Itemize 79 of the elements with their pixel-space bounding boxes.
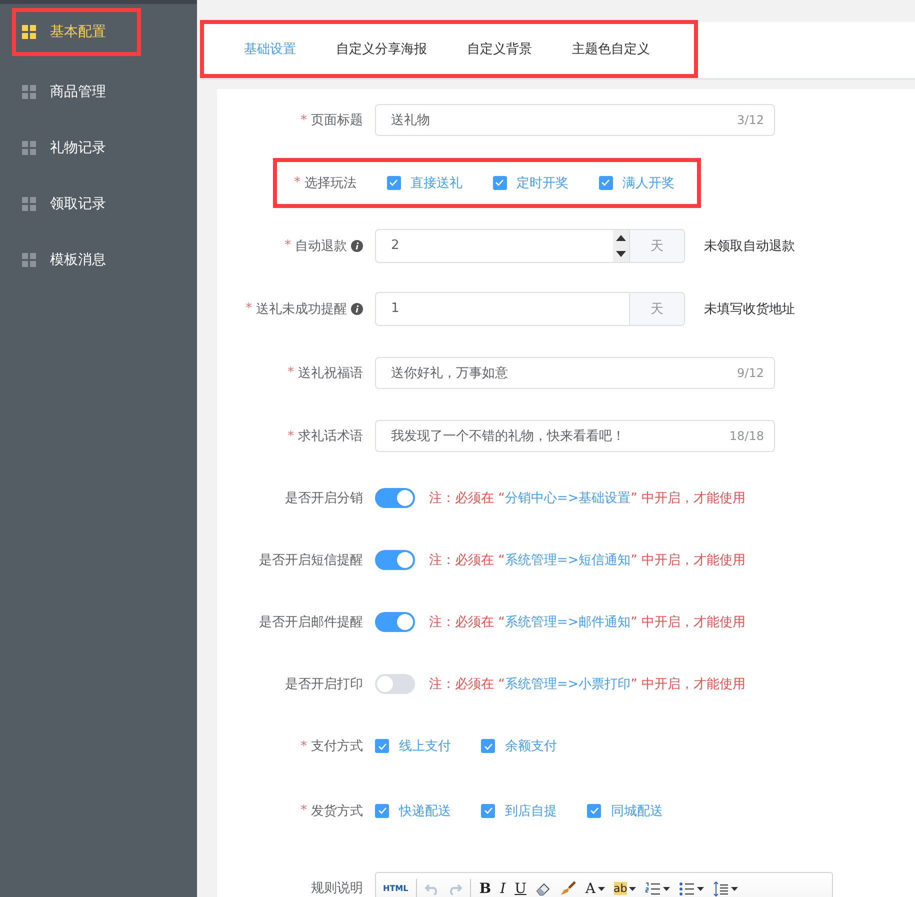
- redo-icon: [448, 882, 462, 894]
- required-mark: *: [284, 238, 291, 253]
- check-icon: [378, 807, 386, 814]
- field-label: 求礼话术语: [298, 428, 363, 445]
- field-label: 是否开启邮件提醒: [259, 614, 363, 631]
- field-label: 选择玩法: [304, 174, 356, 192]
- number-field[interactable]: 2 天: [375, 228, 685, 262]
- required-mark: *: [300, 112, 307, 128]
- field-label: 发货方式: [311, 802, 363, 820]
- sidebar-item[interactable]: 领取记录: [0, 176, 197, 232]
- bold-button[interactable]: B: [476, 878, 494, 897]
- toggle-switch[interactable]: [375, 550, 415, 570]
- caret-icon: [663, 886, 670, 890]
- check-icon: [484, 742, 492, 750]
- required-mark: *: [294, 175, 300, 190]
- field-label: 页面标题: [311, 112, 363, 129]
- sidebar-item[interactable]: 基本配置: [12, 8, 141, 56]
- grid-icon: [22, 25, 36, 39]
- char-counter: 18/18: [729, 429, 764, 443]
- check-icon: [590, 807, 598, 814]
- required-mark: *: [300, 738, 307, 754]
- italic-button[interactable]: I: [497, 878, 509, 897]
- field-label: 支付方式: [311, 738, 363, 755]
- caret-icon: [697, 886, 704, 890]
- field-hint: 未填写收货地址: [704, 300, 795, 318]
- tab[interactable]: 自定义背景: [447, 40, 552, 58]
- number-field[interactable]: 1 天: [375, 292, 685, 326]
- sidebar-item[interactable]: 商品管理: [0, 64, 197, 120]
- bullet-list-icon: [679, 882, 696, 896]
- eraser-icon: [535, 882, 552, 896]
- field-hint: 未领取自动退款: [704, 238, 795, 254]
- check-icon: [495, 179, 504, 186]
- caret-icon: [731, 886, 738, 890]
- required-mark: *: [288, 428, 294, 444]
- field-label: 是否开启短信提醒: [259, 552, 363, 569]
- fontcolor-button[interactable]: A: [582, 878, 608, 897]
- caret-icon: [629, 886, 636, 890]
- required-mark: *: [300, 803, 307, 818]
- underline-button[interactable]: U: [512, 878, 530, 897]
- toggle-switch[interactable]: [375, 612, 415, 632]
- undo-icon: [425, 882, 440, 894]
- char-counter: 9/12: [737, 366, 764, 380]
- check-icon: [484, 807, 492, 814]
- field-label: 是否开启分销: [285, 490, 363, 507]
- field-label: 送礼未成功提醒: [256, 300, 347, 318]
- toggle-switch[interactable]: [375, 674, 415, 694]
- field-label: 是否开启打印: [285, 676, 363, 693]
- check-icon: [389, 179, 398, 186]
- line-height-icon: [713, 880, 730, 896]
- grid-icon: [22, 197, 36, 211]
- highlight-button[interactable]: ab: [610, 878, 640, 897]
- grid-icon: [22, 85, 36, 99]
- tab[interactable]: 主题色自定义: [552, 40, 670, 58]
- note-text: 注：必须在 “系统管理=>邮件通知” 中开启，才能使用: [429, 614, 746, 631]
- text-field[interactable]: 送礼物 3/12: [375, 104, 775, 136]
- text-field[interactable]: 送你好礼，万事如意 9/12: [375, 356, 775, 388]
- note-text: 注：必须在 “分销中心=>基础设置” 中开启，才能使用: [429, 490, 746, 507]
- grid-icon: [22, 253, 36, 267]
- toggle-switch[interactable]: [375, 488, 415, 508]
- note-text: 注：必须在 “系统管理=>小票打印” 中开启，才能使用: [429, 676, 746, 693]
- check-icon: [378, 742, 386, 750]
- spinner-icon: [613, 230, 629, 262]
- brush-icon: [560, 880, 576, 896]
- sidebar-item[interactable]: 礼物记录: [0, 120, 197, 176]
- field-label: 自动退款: [295, 238, 347, 254]
- field-label: 送礼祝福语: [298, 364, 363, 382]
- html-button[interactable]: HTML: [380, 878, 412, 897]
- required-mark: *: [246, 301, 252, 316]
- tab[interactable]: 自定义分享海报: [316, 40, 447, 58]
- sidebar-item[interactable]: 模板消息: [0, 232, 197, 288]
- text-field[interactable]: 我发现了一个不错的礼物，快来看看吧！ 18/18: [375, 420, 775, 452]
- ordered-list-icon: [645, 882, 662, 896]
- caret-icon: [598, 886, 605, 890]
- field-label: 规则说明: [311, 880, 363, 897]
- note-text: 注：必须在 “系统管理=>短信通知” 中开启，才能使用: [429, 552, 746, 569]
- grid-icon: [22, 141, 36, 155]
- check-icon: [601, 179, 610, 186]
- char-counter: 3/12: [737, 113, 764, 127]
- required-mark: *: [288, 365, 294, 380]
